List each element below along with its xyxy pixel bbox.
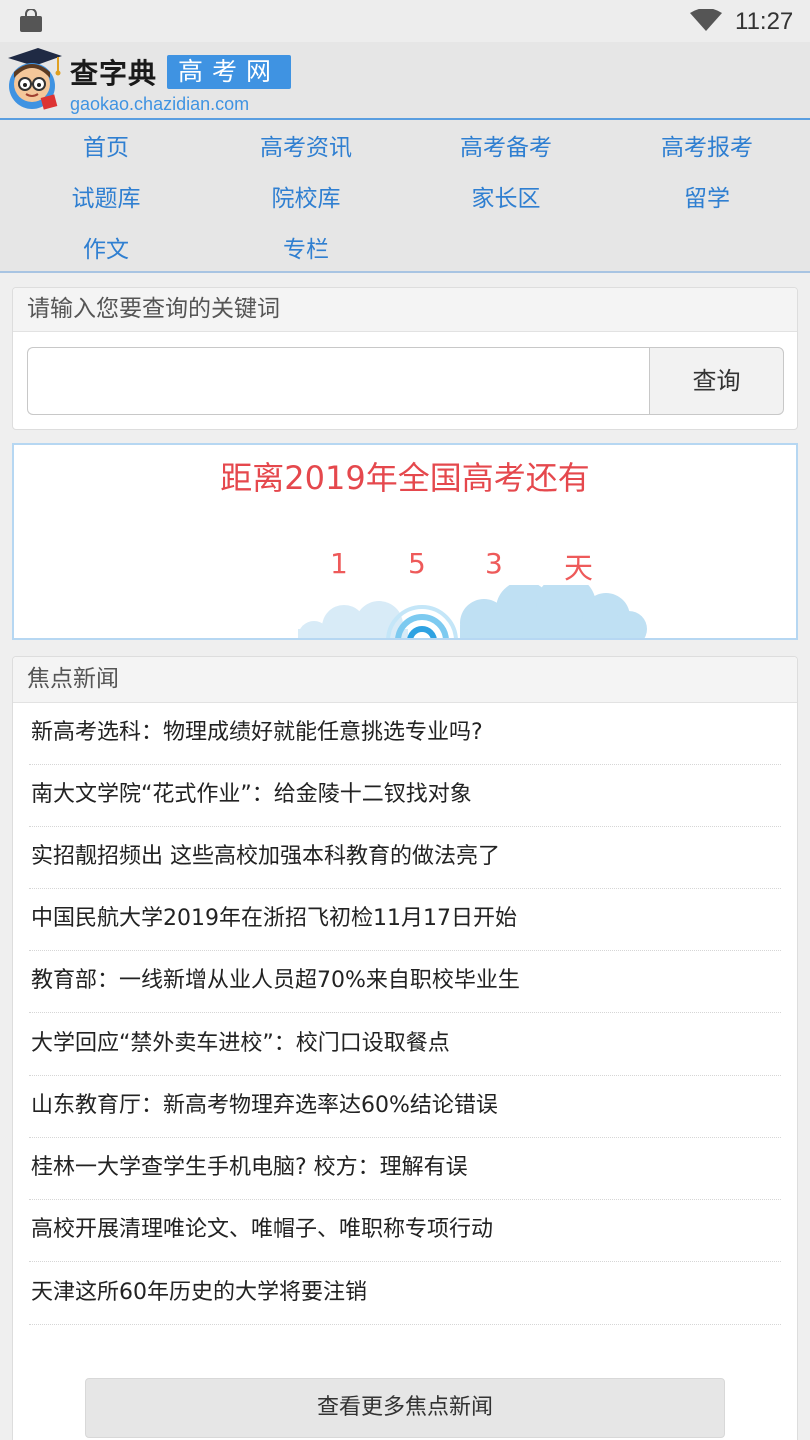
nav-item-essay[interactable]: 作文 — [6, 230, 206, 264]
search-heading: 请输入您要查询的关键词 — [13, 288, 797, 332]
search-input[interactable] — [27, 347, 650, 415]
nav-item-prep[interactable]: 高考备考 — [406, 128, 606, 162]
status-bar: 11:27 — [0, 0, 810, 42]
search-button[interactable]: 查询 — [649, 347, 784, 415]
more-news-button[interactable]: 查看更多焦点新闻 — [85, 1378, 725, 1438]
nav-item-question-bank[interactable]: 试题库 — [6, 179, 206, 213]
news-item[interactable]: 桂林一大学查学生手机电脑? 校方：理解有误 — [29, 1138, 781, 1200]
cloud-decoration-icon — [298, 585, 647, 638]
mascot-logo-icon[interactable] — [0, 44, 64, 116]
news-item[interactable]: 实招靓招频出 这些高校加强本科教育的做法亮了 — [29, 827, 781, 889]
news-item[interactable]: 山东教育厅：新高考物理弃选率达60%结论错误 — [29, 1076, 781, 1138]
logo-name: 查字典 — [70, 57, 158, 90]
news-item[interactable]: 高校开展清理唯论文、唯帽子、唯职称专项行动 — [29, 1200, 781, 1262]
countdown-digit: 5 — [408, 547, 426, 580]
nav-item-news[interactable]: 高考资讯 — [206, 128, 406, 162]
news-item[interactable]: 中国民航大学2019年在浙招飞初检11月17日开始 — [29, 889, 781, 951]
shopping-bag-icon — [20, 9, 42, 32]
search-panel: 请输入您要查询的关键词 查询 — [12, 287, 798, 430]
news-heading: 焦点新闻 — [13, 657, 797, 703]
main-nav: 首页 高考资讯 高考备考 高考报考 试题库 院校库 家长区 留学 作文 专栏 — [0, 120, 810, 273]
countdown-digit: 1 — [330, 547, 348, 580]
news-item[interactable]: 大学回应“禁外卖车进校”：校门口设取餐点 — [29, 1014, 781, 1076]
logo-domain: gaokao.chazidian.com — [70, 94, 250, 114]
logo-badge: 高考网 — [167, 55, 291, 89]
nav-item-home[interactable]: 首页 — [6, 128, 206, 162]
news-item[interactable]: 教育部：一线新增从业人员超70%来自职校毕业生 — [29, 951, 781, 1013]
clock-time: 11:27 — [735, 8, 794, 35]
news-item[interactable]: 南大文学院“花式作业”：给金陵十二钗找对象 — [29, 765, 781, 827]
countdown-digit: 3 — [485, 547, 503, 580]
nav-item-parents[interactable]: 家长区 — [406, 179, 606, 213]
countdown-unit: 天 — [564, 551, 594, 585]
focus-news-panel: 焦点新闻 新高考选科：物理成绩好就能任意挑选专业吗? 南大文学院“花式作业”：给… — [12, 656, 798, 1440]
nav-item-column[interactable]: 专栏 — [206, 230, 406, 264]
wifi-icon — [690, 9, 722, 31]
nav-item-apply[interactable]: 高考报考 — [607, 128, 807, 162]
countdown-title: 距离2019年全国高考还有 — [220, 459, 590, 497]
nav-item-colleges[interactable]: 院校库 — [206, 179, 406, 213]
news-item[interactable]: 天津这所60年历史的大学将要注销 — [29, 1263, 781, 1325]
site-header: 查字典 高考网 gaokao.chazidian.com — [0, 42, 810, 120]
nav-item-study-abroad[interactable]: 留学 — [607, 179, 807, 213]
exam-countdown-banner: 距离2019年全国高考还有 1 5 3 天 — [12, 443, 798, 640]
news-item[interactable]: 新高考选科：物理成绩好就能任意挑选专业吗? — [29, 703, 781, 765]
